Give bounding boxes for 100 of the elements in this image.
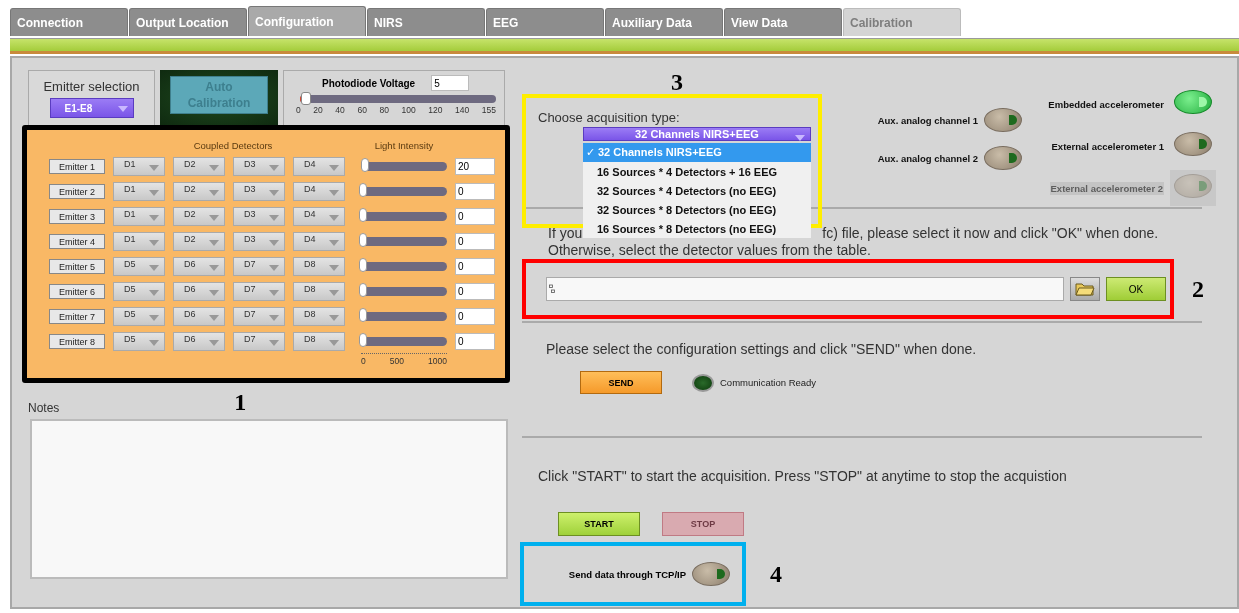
detector-dropdown[interactable]: D5 bbox=[113, 257, 165, 276]
detector-dropdown[interactable]: D1 bbox=[113, 232, 165, 251]
detector-dropdown[interactable]: D7 bbox=[233, 257, 285, 276]
intensity-input[interactable]: 0 bbox=[455, 208, 495, 225]
caret-icon bbox=[269, 340, 279, 346]
caret-icon bbox=[209, 340, 219, 346]
caret-icon bbox=[149, 165, 159, 171]
intensity-input[interactable]: 0 bbox=[455, 308, 495, 325]
tick-label: 0 bbox=[361, 356, 366, 366]
emitter-button[interactable]: Emitter 3 bbox=[49, 209, 105, 224]
detector-dropdown[interactable]: D4 bbox=[293, 157, 345, 176]
caret-icon bbox=[149, 315, 159, 321]
detector-dropdown[interactable]: D6 bbox=[173, 332, 225, 351]
slider-thumb[interactable] bbox=[359, 208, 367, 222]
detector-dropdown[interactable]: D6 bbox=[173, 307, 225, 326]
slider-thumb[interactable] bbox=[360, 158, 369, 172]
slider-thumb[interactable] bbox=[359, 333, 367, 347]
detector-dropdown[interactable]: D3 bbox=[233, 182, 285, 201]
detector-dropdown[interactable]: D5 bbox=[113, 282, 165, 301]
start-button[interactable]: START bbox=[558, 512, 640, 536]
slider-thumb[interactable] bbox=[359, 258, 367, 272]
voltage-input[interactable]: 5 bbox=[431, 75, 470, 91]
detector-dropdown[interactable]: D1 bbox=[113, 157, 165, 176]
detector-dropdown[interactable]: D3 bbox=[233, 157, 285, 176]
caret-icon bbox=[329, 165, 339, 171]
tick-label: 20 bbox=[313, 105, 323, 115]
accelerometer-label: Embedded accelerometer bbox=[1048, 98, 1164, 110]
browse-button[interactable] bbox=[1070, 277, 1100, 301]
detector-dropdown[interactable]: D7 bbox=[233, 307, 285, 326]
intensity-input[interactable]: 0 bbox=[455, 333, 495, 350]
slider-thumb[interactable] bbox=[300, 92, 311, 105]
toggle-led[interactable] bbox=[1174, 132, 1212, 156]
slider-thumb[interactable] bbox=[359, 283, 367, 297]
detector-dropdown[interactable]: D3 bbox=[233, 207, 285, 226]
caret-icon bbox=[329, 190, 339, 196]
toggle-led[interactable] bbox=[984, 146, 1022, 170]
caret-icon bbox=[209, 190, 219, 196]
tick-label: 0 bbox=[296, 105, 301, 115]
slider-thumb[interactable] bbox=[359, 308, 367, 322]
emitter-button[interactable]: Emitter 5 bbox=[49, 259, 105, 274]
tcp-label: Send data through TCP/IP bbox=[568, 568, 686, 580]
emitter-button[interactable]: Emitter 8 bbox=[49, 334, 105, 349]
notes-field[interactable] bbox=[30, 419, 508, 579]
detector-dropdown[interactable]: D2 bbox=[173, 232, 225, 251]
detector-dropdown[interactable]: D2 bbox=[173, 157, 225, 176]
accelerometer-label: External accelerometer 2 bbox=[1049, 181, 1164, 195]
emitter-button[interactable]: Emitter 7 bbox=[49, 309, 105, 324]
intensity-input[interactable]: 0 bbox=[455, 283, 495, 300]
tick-label: 500 bbox=[389, 356, 404, 366]
detector-dropdown[interactable]: D3 bbox=[233, 232, 285, 251]
intensity-input[interactable]: 20 bbox=[455, 158, 495, 175]
caret-icon bbox=[329, 240, 339, 246]
emitter-button[interactable]: Emitter 1 bbox=[49, 159, 105, 174]
acquisition-type-dropdown[interactable]: 32 Channels NIRS+EEG bbox=[583, 127, 811, 141]
toggle-led[interactable] bbox=[1174, 90, 1212, 114]
check-icon: ✓ bbox=[586, 146, 595, 158]
send-button[interactable]: SEND bbox=[580, 371, 662, 394]
tick-label: 40 bbox=[335, 105, 345, 115]
intensity-input[interactable]: 0 bbox=[455, 258, 495, 275]
slider-thumb[interactable] bbox=[359, 183, 367, 197]
caret-icon bbox=[269, 290, 279, 296]
detector-dropdown[interactable]: D6 bbox=[173, 282, 225, 301]
caret-icon bbox=[269, 190, 279, 196]
slider-thumb[interactable] bbox=[359, 233, 367, 247]
detector-dropdown[interactable]: D2 bbox=[173, 182, 225, 201]
detector-dropdown[interactable]: D6 bbox=[173, 257, 225, 276]
emitter-button[interactable]: Emitter 4 bbox=[49, 234, 105, 249]
detector-dropdown[interactable]: D8 bbox=[293, 307, 345, 326]
detector-dropdown[interactable]: D7 bbox=[233, 282, 285, 301]
detector-dropdown[interactable]: D8 bbox=[293, 282, 345, 301]
detector-dropdown[interactable]: D4 bbox=[293, 207, 345, 226]
detector-dropdown[interactable]: D5 bbox=[113, 307, 165, 326]
annotation-number: 2 bbox=[1192, 275, 1204, 303]
photodiode-voltage-label: Photodiode Voltage bbox=[322, 77, 416, 89]
detector-dropdown[interactable]: D4 bbox=[293, 232, 345, 251]
toggle-led[interactable] bbox=[984, 108, 1022, 132]
ok-button[interactable]: OK bbox=[1106, 277, 1166, 301]
annotation-number: 1 bbox=[234, 389, 247, 415]
detector-dropdown[interactable]: D2 bbox=[173, 207, 225, 226]
annotation-number: 3 bbox=[671, 70, 683, 94]
detector-dropdown[interactable]: D1 bbox=[113, 207, 165, 226]
toggle-led[interactable] bbox=[692, 562, 730, 586]
intensity-input[interactable]: 0 bbox=[455, 183, 495, 200]
intensity-input[interactable]: 0 bbox=[455, 233, 495, 250]
detector-dropdown[interactable]: D8 bbox=[293, 332, 345, 351]
detector-dropdown[interactable]: D7 bbox=[233, 332, 285, 351]
detector-dropdown[interactable]: D4 bbox=[293, 182, 345, 201]
detector-dropdown[interactable]: D5 bbox=[113, 332, 165, 351]
voltage-slider-track[interactable] bbox=[300, 95, 496, 103]
emitter-selection-dropdown[interactable]: E1-E8 bbox=[49, 98, 134, 118]
file-path-field[interactable] bbox=[546, 277, 1064, 301]
emitter-button[interactable]: Emitter 6 bbox=[49, 284, 105, 299]
caret-icon bbox=[269, 165, 279, 171]
caret-icon bbox=[269, 265, 279, 271]
detector-dropdown[interactable]: D1 bbox=[113, 182, 165, 201]
caret-icon bbox=[329, 315, 339, 321]
caret-icon bbox=[209, 165, 219, 171]
detector-dropdown[interactable]: D8 bbox=[293, 257, 345, 276]
emitter-button[interactable]: Emitter 2 bbox=[49, 184, 105, 199]
tick-label: 120 bbox=[428, 105, 443, 115]
